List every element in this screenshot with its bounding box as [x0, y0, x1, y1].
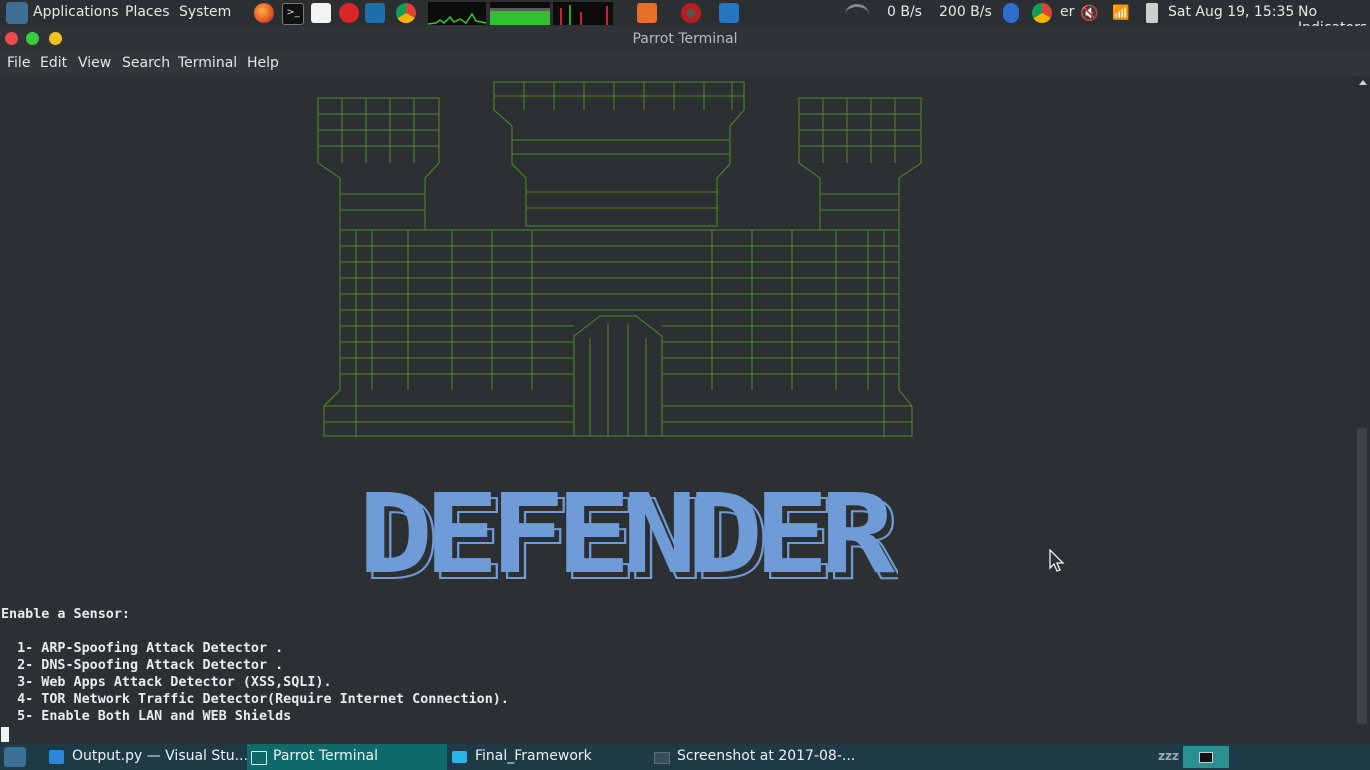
terminal-icon[interactable]: >_	[282, 3, 304, 25]
cpu-monitor	[428, 2, 486, 25]
task-vscode[interactable]: Output.py — Visual Stu...	[44, 744, 248, 770]
sensor-option-5: 5- Enable Both LAN and WEB Shields	[1, 709, 292, 724]
wireshark-icon[interactable]	[365, 3, 385, 23]
bluetooth-icon[interactable]	[1003, 3, 1019, 23]
terminal-icon	[251, 751, 267, 765]
net-up-rate: 200 B/s	[939, 4, 992, 20]
task-parrot-terminal[interactable]: Parrot Terminal	[247, 744, 447, 770]
task-label: Output.py — Visual Stu...	[72, 748, 248, 764]
terminal-cursor	[1, 727, 9, 742]
top-panel: Applications Places System >_ 0 B/s 200 …	[0, 0, 1370, 36]
mouse-pointer-icon	[1049, 549, 1065, 572]
chrome-tray-icon[interactable]	[1032, 3, 1052, 23]
scroll-up-arrow-icon[interactable]	[1359, 80, 1367, 85]
task-final-framework[interactable]: Final_Framework	[448, 744, 648, 770]
sleep-indicator: zzz	[1158, 749, 1179, 763]
sensor-option-2: 2- DNS-Spoofing Attack Detector .	[1, 658, 284, 673]
workspace-terminal-icon	[1199, 752, 1213, 763]
folder-icon	[452, 751, 467, 763]
burp-icon[interactable]	[339, 3, 359, 23]
wifi-icon[interactable]: 📶	[1112, 3, 1132, 23]
battery-icon[interactable]	[1146, 3, 1158, 23]
network-monitor	[553, 2, 613, 25]
net-down-rate: 0 B/s	[887, 4, 922, 20]
volume-muted-icon[interactable]: 🔇	[1080, 3, 1100, 23]
armitage-icon[interactable]	[681, 3, 701, 23]
menu-view[interactable]: View	[78, 55, 111, 71]
scrollbar-thumb[interactable]	[1357, 428, 1367, 724]
wifi-signal-icon[interactable]	[845, 4, 869, 25]
places-menu[interactable]: Places	[125, 4, 170, 20]
task-screenshot[interactable]: Screenshot at 2017-08-...	[650, 744, 855, 770]
memory-monitor	[490, 2, 550, 25]
defender-banner: DEFENDER DEFENDER	[358, 484, 898, 588]
menu-help[interactable]: Help	[247, 55, 279, 71]
menu-file[interactable]: File	[7, 55, 30, 71]
sensor-option-4: 4- TOR Network Traffic Detector(Require …	[1, 692, 509, 707]
clock[interactable]: Sat Aug 19, 15:35	[1168, 4, 1294, 20]
parrot-menu-icon[interactable]	[6, 2, 28, 24]
firefox-icon[interactable]	[254, 3, 274, 23]
applications-menu[interactable]: Applications	[33, 4, 119, 20]
burpsuite-icon[interactable]	[637, 3, 657, 23]
window-title: Parrot Terminal	[632, 31, 738, 47]
task-label: Parrot Terminal	[273, 748, 379, 764]
menu-search[interactable]: Search	[122, 55, 170, 71]
sensor-option-1: 1- ARP-Spoofing Attack Detector .	[1, 641, 284, 656]
image-icon	[654, 752, 670, 764]
system-menu[interactable]: System	[179, 4, 231, 20]
menu-terminal[interactable]: Terminal	[178, 55, 237, 71]
task-label: Final_Framework	[475, 748, 592, 764]
text-editor-icon[interactable]	[311, 3, 331, 23]
menu-edit[interactable]: Edit	[40, 55, 67, 71]
vscode-icon	[49, 750, 64, 764]
vscode-icon[interactable]	[719, 3, 739, 23]
task-label: Screenshot at 2017-08-...	[677, 748, 856, 764]
sensor-heading: Enable a Sensor:	[1, 607, 130, 622]
terminal-menubar: File Edit View Search Terminal Help	[0, 52, 1370, 76]
show-desktop-icon[interactable]	[4, 747, 26, 767]
ascii-castle-art	[317, 81, 922, 438]
chrome-tray-label: er	[1060, 4, 1075, 20]
banner-text: DEFENDER	[358, 484, 896, 588]
sensor-option-3: 3- Web Apps Attack Detector (XSS,SQLI).	[1, 675, 332, 690]
chrome-icon[interactable]	[396, 3, 416, 23]
bottom-taskbar: Output.py — Visual Stu... Parrot Termina…	[0, 744, 1370, 770]
